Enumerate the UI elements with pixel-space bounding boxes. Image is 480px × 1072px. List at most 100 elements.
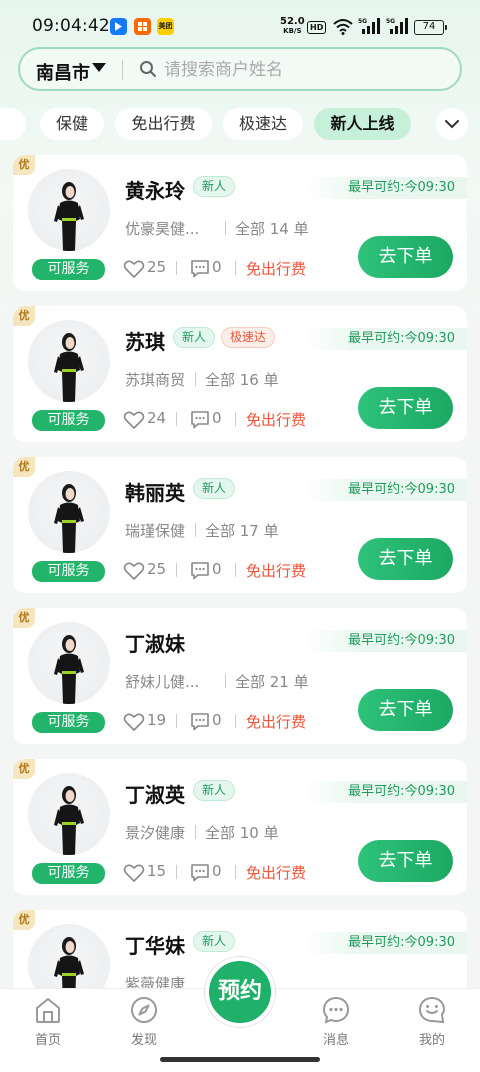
- alipay-icon: [110, 18, 127, 35]
- signal-5g-icon: 5G: [358, 18, 380, 34]
- therapist-card[interactable]: 优可服务 丁淑妹 最早可约:今09:30 舒妹儿健... 全部 21 单 19 0 免出行费去…: [13, 608, 467, 744]
- nav-messages[interactable]: 消息: [301, 994, 371, 1048]
- comment-icon[interactable]: [190, 410, 210, 429]
- battery-indicator: 74: [414, 20, 447, 35]
- comment-icon[interactable]: [190, 561, 210, 580]
- therapist-photo: [54, 333, 84, 402]
- avatar[interactable]: [28, 169, 110, 251]
- order-button[interactable]: 去下单: [358, 689, 453, 731]
- therapist-card[interactable]: 优可服务 黄永玲 最早可约:今09:30 优豪昊健... 全部 14 单 25 0 免出行费去…: [13, 155, 467, 291]
- comment-icon[interactable]: [190, 863, 210, 882]
- divider: [235, 714, 236, 728]
- divider: [195, 825, 196, 839]
- shop-name: 瑞瑾保健: [125, 522, 186, 540]
- therapist-name: 丁华妹: [125, 934, 185, 958]
- status-bar: 09:04:42 美团 52.0 KB/S HD 5G 5G 74: [0, 0, 480, 48]
- like-count: 25: [147, 560, 167, 578]
- therapist-name: 黄永玲: [125, 179, 185, 203]
- nav-discover[interactable]: 发现: [109, 994, 179, 1048]
- status-badge: 可服务: [32, 259, 105, 280]
- comment-count: 0: [212, 862, 222, 880]
- heart-icon[interactable]: [123, 863, 145, 883]
- avatar[interactable]: [28, 320, 110, 402]
- home-indicator[interactable]: [160, 1057, 320, 1062]
- nav-label: 消息: [322, 1033, 349, 1048]
- avatar[interactable]: [28, 471, 110, 553]
- earliest-available: 最早可约:今09:30: [304, 328, 467, 350]
- divider: [176, 261, 177, 275]
- therapist-card[interactable]: 优可服务 韩丽英 最早可约:今09:30 瑞瑾保健 全部 17 单 25 0 免出行费 去下单新…: [13, 457, 467, 593]
- divider: [225, 674, 226, 688]
- nav-label: 首页: [34, 1033, 61, 1048]
- therapist-name: 韩丽英: [125, 481, 185, 505]
- earliest-available: 最早可约:今09:30: [304, 932, 467, 954]
- search-input[interactable]: [164, 57, 434, 83]
- comment-count: 0: [212, 560, 222, 578]
- like-count: 15: [147, 862, 167, 880]
- tab-new-arrivals[interactable]: 新人上线: [314, 108, 411, 140]
- wifi-icon: [333, 19, 353, 35]
- divider: [225, 221, 226, 235]
- nav-label: 我的: [418, 1033, 445, 1048]
- hd-badge: HD: [307, 21, 327, 34]
- order-count: 全部 16 单: [205, 371, 279, 389]
- heart-icon[interactable]: [123, 712, 145, 732]
- category-tabs: 保健 免出行费 极速达 新人上线: [0, 108, 480, 140]
- tab-express[interactable]: 极速达: [223, 108, 303, 140]
- shop-name: 苏琪商贸: [125, 371, 186, 389]
- heart-icon[interactable]: [123, 259, 145, 279]
- avatar[interactable]: [28, 773, 110, 855]
- heart-icon[interactable]: [123, 410, 145, 430]
- divider: [235, 261, 236, 275]
- order-count: 全部 21 单: [235, 673, 309, 691]
- like-count: 25: [147, 258, 167, 276]
- new-badge: 新人: [193, 176, 236, 197]
- status-badge: 可服务: [32, 561, 105, 582]
- nav-home[interactable]: 首页: [13, 994, 83, 1048]
- therapist-name: 苏琪: [125, 330, 165, 354]
- home-icon: [36, 998, 60, 1023]
- shop-name: 景汐健康: [125, 824, 186, 842]
- therapist-card[interactable]: 优可服务 苏琪 最早可约:今09:30 苏琪商贸 全部 16 单 24 0 免出行费 去下单 新人…: [13, 306, 467, 442]
- divider: [122, 60, 123, 80]
- meituan-icon: 美团: [157, 18, 174, 35]
- comment-icon[interactable]: [190, 259, 210, 278]
- new-badge: 新人: [193, 780, 236, 801]
- status-time: 09:04:42: [32, 16, 110, 36]
- tab-partial[interactable]: [0, 108, 26, 140]
- avatar[interactable]: [28, 622, 110, 704]
- therapist-photo: [54, 484, 84, 553]
- tab-baojian[interactable]: 保健: [40, 108, 104, 140]
- therapist-photo: [54, 182, 84, 251]
- status-badge: 可服务: [32, 712, 105, 733]
- nav-profile[interactable]: 我的: [397, 994, 467, 1048]
- signal-5g-icon: 5G: [386, 18, 408, 34]
- order-button[interactable]: 去下单: [358, 387, 453, 429]
- heart-icon[interactable]: [123, 561, 145, 581]
- caret-down-icon[interactable]: [92, 63, 106, 72]
- shop-name: 优豪昊健...: [125, 220, 200, 238]
- compass-icon: [131, 997, 157, 1023]
- app-icon: [134, 18, 151, 35]
- earliest-available: 最早可约:今09:30: [304, 630, 467, 652]
- tab-free-travel[interactable]: 免出行费: [115, 108, 212, 140]
- like-count: 24: [147, 409, 167, 427]
- therapist-photo: [54, 635, 84, 704]
- free-travel-label: 免出行费: [246, 713, 307, 731]
- comment-count: 0: [212, 711, 222, 729]
- earliest-available: 最早可约:今09:30: [304, 781, 467, 803]
- free-travel-label: 免出行费: [246, 411, 307, 429]
- tabs-more-button[interactable]: [436, 108, 468, 140]
- order-button[interactable]: 去下单: [358, 236, 453, 278]
- divider: [176, 714, 177, 728]
- order-button[interactable]: 去下单: [358, 840, 453, 882]
- comment-icon[interactable]: [190, 712, 210, 731]
- book-now-button[interactable]: 预约: [205, 957, 275, 1027]
- therapist-name: 丁淑妹: [125, 632, 185, 656]
- new-badge: 新人: [193, 478, 236, 499]
- chevron-down-icon: [445, 120, 459, 129]
- therapist-card[interactable]: 优可服务 丁淑英 最早可约:今09:30 景汐健康 全部 10 单 15 0 免出行费 去下单新…: [13, 759, 467, 895]
- svg-text:5G: 5G: [358, 18, 367, 25]
- city-selector[interactable]: 南昌市: [36, 59, 90, 85]
- order-button[interactable]: 去下单: [358, 538, 453, 580]
